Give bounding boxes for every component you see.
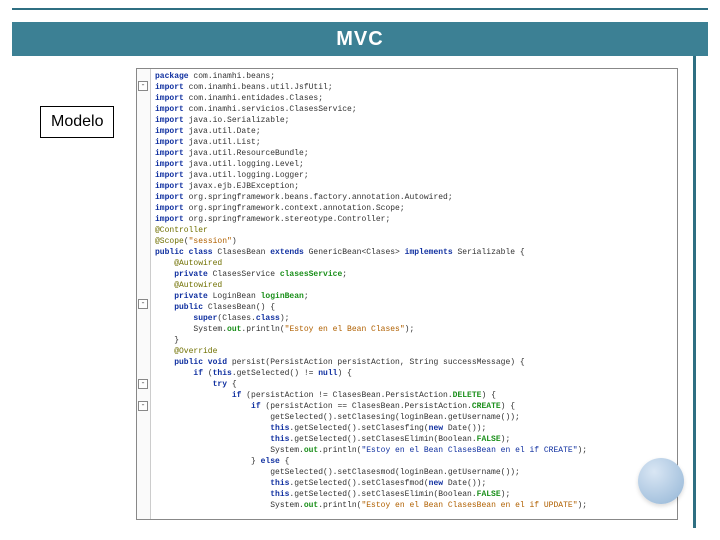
code-line: public class ClasesBean extends GenericB… — [155, 247, 673, 258]
code-gutter: - - - - — [137, 69, 151, 519]
fold-marker-icon: - — [138, 379, 148, 389]
top-rule — [12, 8, 708, 10]
code-line: import com.inamhi.beans.util.JsfUtil; — [155, 82, 673, 93]
code-line: package com.inamhi.beans; — [155, 71, 673, 82]
code-line: System.out.println("Estoy en el Bean Cla… — [155, 500, 673, 511]
code-line: if (persistAction == ClasesBean.PersistA… — [155, 401, 673, 412]
code-line: this.getSelected().setClasesfmod(new Dat… — [155, 478, 673, 489]
code-line: import com.inamhi.entidades.Clases; — [155, 93, 673, 104]
page-title: MVC — [336, 28, 383, 51]
code-line: import java.util.logging.Logger; — [155, 170, 673, 181]
fold-marker-icon: - — [138, 299, 148, 309]
code-line: this.getSelected().setClasesElimin(Boole… — [155, 434, 673, 445]
code-line: if (persistAction != ClasesBean.PersistA… — [155, 390, 673, 401]
code-line: if (this.getSelected() != null) { — [155, 368, 673, 379]
code-line: public ClasesBean() { — [155, 302, 673, 313]
code-area: package com.inamhi.beans;import com.inam… — [151, 69, 677, 519]
title-bar: MVC — [12, 22, 708, 56]
code-line: @Override — [155, 346, 673, 357]
code-line: @Autowired — [155, 258, 673, 269]
code-line: System.out.println("Estoy en el Bean Cla… — [155, 445, 673, 456]
code-line: import org.springframework.context.annot… — [155, 203, 673, 214]
code-line: public void persist(PersistAction persis… — [155, 357, 673, 368]
code-line: this.getSelected().setClasesElimin(Boole… — [155, 489, 673, 500]
code-line: } — [155, 335, 673, 346]
code-line: try { — [155, 379, 673, 390]
code-line: @Controller — [155, 225, 673, 236]
right-vertical-rule — [693, 56, 696, 528]
code-line: import org.springframework.beans.factory… — [155, 192, 673, 203]
code-line: getSelected().setClasesmod(loginBean.get… — [155, 467, 673, 478]
code-line: getSelected().setClasesing(loginBean.get… — [155, 412, 673, 423]
code-line: import javax.ejb.EJBException; — [155, 181, 673, 192]
model-label-box: Modelo — [40, 106, 114, 138]
code-line: import java.io.Serializable; — [155, 115, 673, 126]
fold-marker-icon: - — [138, 81, 148, 91]
code-line: private ClasesService clasesService; — [155, 269, 673, 280]
code-panel: ---- package com.inamhi.beans;import com… — [136, 68, 678, 520]
code-line: import java.util.Date; — [155, 126, 673, 137]
code-line: System.out.println("Estoy en el Bean Cla… — [155, 324, 673, 335]
model-label: Modelo — [51, 113, 103, 130]
fold-marker-icon: - — [138, 401, 148, 411]
code-line: @Autowired — [155, 280, 673, 291]
decorative-circle-icon — [638, 458, 684, 504]
code-line: @Scope("session") — [155, 236, 673, 247]
code-line: import java.util.List; — [155, 137, 673, 148]
code-line: import java.util.logging.Level; — [155, 159, 673, 170]
code-line: this.getSelected().setClasesfing(new Dat… — [155, 423, 673, 434]
code-line: } else { — [155, 456, 673, 467]
code-line: import org.springframework.stereotype.Co… — [155, 214, 673, 225]
code-line: import java.util.ResourceBundle; — [155, 148, 673, 159]
code-line: super(Clases.class); — [155, 313, 673, 324]
code-line: import com.inamhi.servicios.ClasesServic… — [155, 104, 673, 115]
code-line: private LoginBean loginBean; — [155, 291, 673, 302]
